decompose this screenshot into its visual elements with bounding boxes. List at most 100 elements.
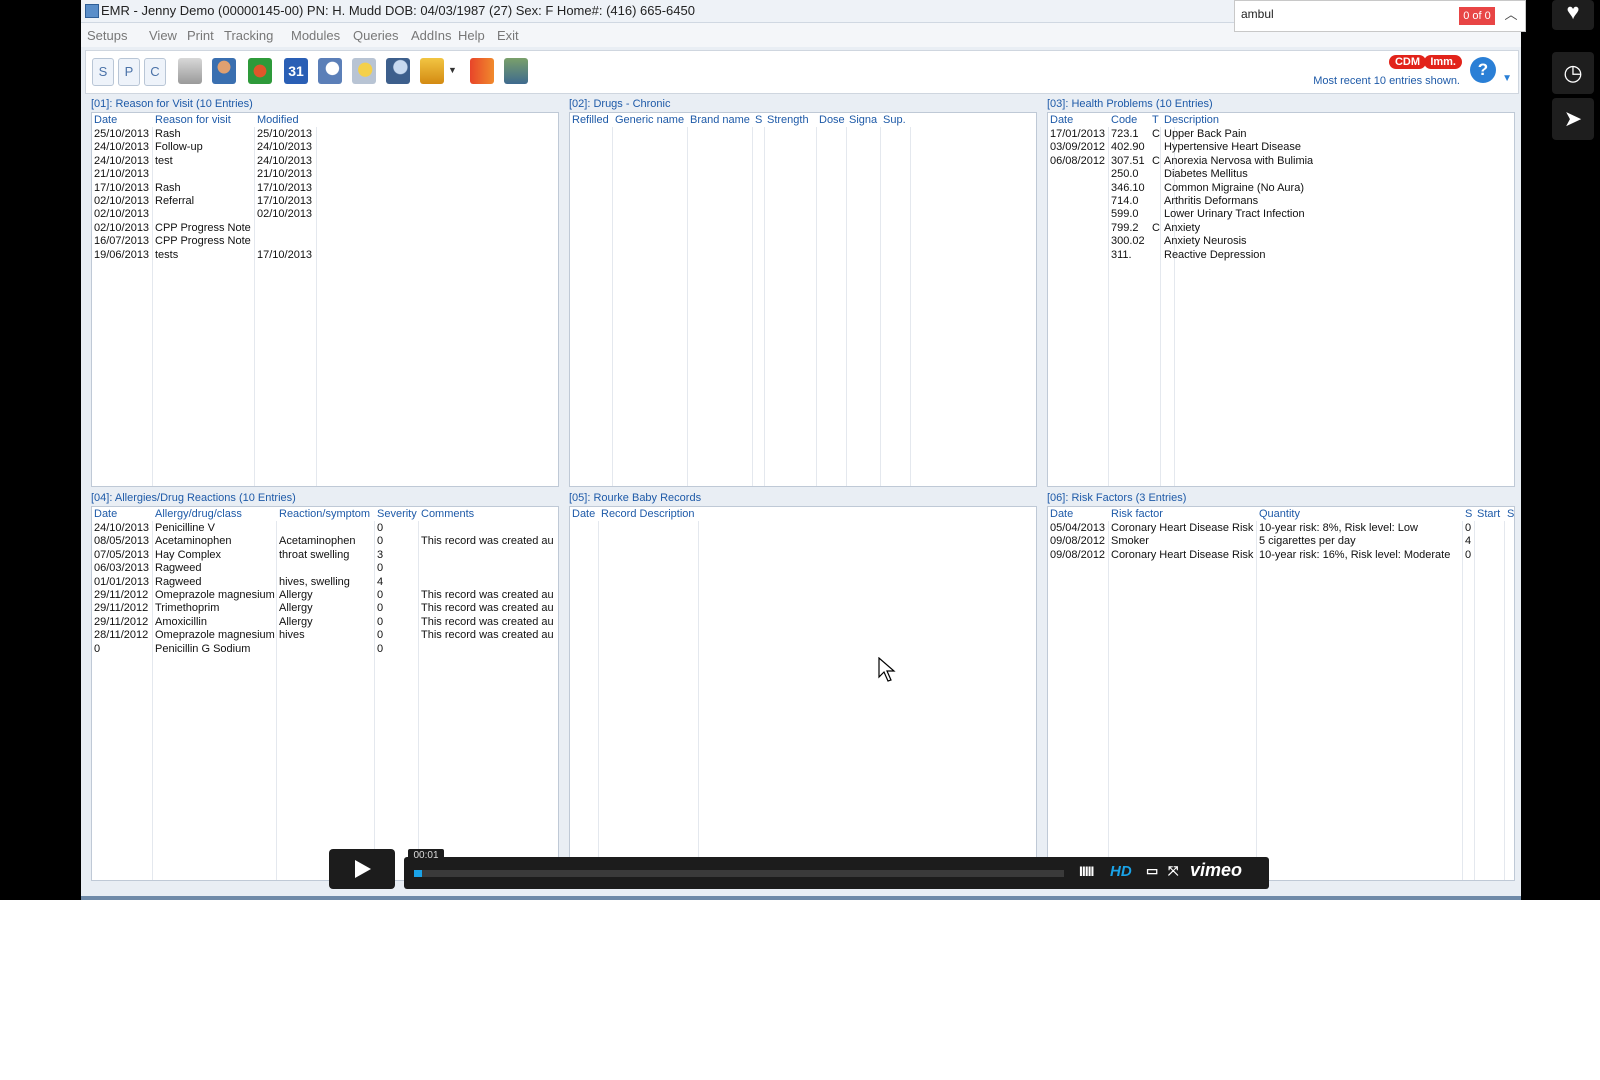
- table-row[interactable]: 346.10 Common Migraine (No Aura): [1048, 182, 1514, 196]
- table-row[interactable]: 0 Penicillin G Sodium 0: [92, 643, 558, 657]
- col-description[interactable]: Description: [1164, 114, 1219, 126]
- table-row[interactable]: 714.0 Arthritis Deformans: [1048, 195, 1514, 209]
- col-risk-factor[interactable]: Risk factor: [1111, 508, 1163, 520]
- col-reaction[interactable]: Reaction/symptom: [279, 508, 370, 520]
- find-input[interactable]: ambul: [1241, 7, 1461, 21]
- table-row[interactable]: 29/11/2012 Trimethoprim Allergy 0 This recor…: [92, 602, 558, 616]
- help-icon[interactable]: ?: [1470, 57, 1496, 83]
- table-row[interactable]: 02/10/2013 02/10/2013: [92, 208, 558, 222]
- checklist-icon[interactable]: [420, 58, 444, 84]
- col-reason[interactable]: Reason for visit: [155, 114, 231, 126]
- menu-print[interactable]: Print: [187, 28, 214, 43]
- shield-icon[interactable]: [470, 58, 494, 84]
- table-row[interactable]: 16/07/2013 CPP Progress Note: [92, 235, 558, 249]
- table-row[interactable]: 28/11/2012 Omeprazole magnesium hives 0 This…: [92, 629, 558, 643]
- chevron-down-icon[interactable]: ▼: [1502, 73, 1512, 84]
- drugs-chronic-table[interactable]: Refilled Generic name Brand name S Stren…: [569, 112, 1037, 487]
- table-row[interactable]: 21/10/2013 21/10/2013: [92, 168, 558, 182]
- col-date[interactable]: Date: [1050, 508, 1073, 520]
- search-document-icon[interactable]: [318, 58, 342, 84]
- vimeo-logo[interactable]: vimeo: [1190, 860, 1242, 881]
- col-date[interactable]: Date: [1050, 114, 1073, 126]
- menu-queries[interactable]: Queries: [353, 28, 399, 43]
- col-code[interactable]: Code: [1111, 114, 1137, 126]
- table-row[interactable]: 25/10/2013 Rash 25/10/2013: [92, 128, 558, 142]
- menu-setups[interactable]: Setups: [87, 28, 127, 43]
- menu-tracking[interactable]: Tracking: [224, 28, 273, 43]
- patient-icon[interactable]: [212, 58, 236, 84]
- progress-track[interactable]: [414, 870, 1064, 877]
- col-strength[interactable]: Strength: [767, 114, 809, 126]
- table-row[interactable]: 02/10/2013 Referral 17/10/2013: [92, 195, 558, 209]
- exit-icon[interactable]: [504, 58, 528, 84]
- col-quantity[interactable]: Quantity: [1259, 508, 1300, 520]
- heart-icon[interactable]: ♥: [1552, 0, 1594, 30]
- table-row[interactable]: 08/05/2013 Acetaminophen Acetaminophen 0 Thi…: [92, 535, 558, 549]
- find-prev-button[interactable]: ︿: [1500, 4, 1522, 26]
- hd-toggle[interactable]: HD: [1110, 863, 1132, 880]
- col-t[interactable]: T: [1152, 114, 1159, 126]
- risk-factors-table[interactable]: Date Risk factor Quantity S Start S 05/0…: [1047, 506, 1515, 881]
- table-row[interactable]: 09/08/2012 Coronary Heart Disease Risk 10-…: [1048, 549, 1514, 563]
- col-modified[interactable]: Modified: [257, 114, 299, 126]
- table-row[interactable]: 311. Reactive Depression: [1048, 249, 1514, 263]
- table-row[interactable]: 599.0 Lower Urinary Tract Infection: [1048, 208, 1514, 222]
- table-row[interactable]: 250.0 Diabetes Mellitus: [1048, 168, 1514, 182]
- col-start[interactable]: Start: [1477, 508, 1500, 520]
- play-button[interactable]: [329, 849, 395, 889]
- pip-icon[interactable]: ▭: [1146, 863, 1158, 879]
- col-date[interactable]: Date: [94, 508, 117, 520]
- col-generic-name[interactable]: Generic name: [615, 114, 684, 126]
- magnifier-icon[interactable]: [386, 58, 410, 84]
- col-s2[interactable]: S: [1507, 508, 1514, 520]
- allergies-table[interactable]: Date Allergy/drug/class Reaction/symptom…: [91, 506, 559, 881]
- imm-badge[interactable]: Imm.: [1424, 55, 1462, 69]
- col-brand-name[interactable]: Brand name: [690, 114, 750, 126]
- table-row[interactable]: 17/01/2013 723.1 C Upper Back Pain: [1048, 128, 1514, 142]
- fullscreen-icon[interactable]: ⤧: [1168, 863, 1178, 879]
- table-row[interactable]: 03/09/2012 402.90 Hypertensive Heart Disea…: [1048, 141, 1514, 155]
- documents-icon[interactable]: [178, 58, 202, 84]
- col-sup[interactable]: Sup.: [883, 114, 906, 126]
- reminder-icon[interactable]: [352, 58, 376, 84]
- table-row[interactable]: 05/04/2013 Coronary Heart Disease Risk 10-…: [1048, 522, 1514, 536]
- table-row[interactable]: 300.02 Anxiety Neurosis: [1048, 235, 1514, 249]
- table-row[interactable]: 17/10/2013 Rash 17/10/2013: [92, 182, 558, 196]
- col-record-description[interactable]: Record Description: [601, 508, 695, 520]
- p-button[interactable]: P: [118, 58, 140, 86]
- col-date[interactable]: Date: [94, 114, 117, 126]
- col-s[interactable]: S: [1465, 508, 1472, 520]
- col-dose[interactable]: Dose: [819, 114, 845, 126]
- col-signa[interactable]: Signa: [849, 114, 877, 126]
- table-row[interactable]: 29/11/2012 Amoxicillin Allergy 0 This record…: [92, 616, 558, 630]
- table-row[interactable]: 06/08/2012 307.51 C Anorexia Nervosa with B…: [1048, 155, 1514, 169]
- col-severity[interactable]: Severity: [377, 508, 417, 520]
- col-s[interactable]: S: [755, 114, 762, 126]
- table-row[interactable]: 09/08/2012 Smoker 5 cigarettes per day 4: [1048, 535, 1514, 549]
- menu-modules[interactable]: Modules: [291, 28, 340, 43]
- menu-view[interactable]: View: [149, 28, 177, 43]
- table-row[interactable]: 01/01/2013 Ragweed hives, swelling 4: [92, 576, 558, 590]
- col-comments[interactable]: Comments: [421, 508, 474, 520]
- table-row[interactable]: 24/10/2013 test 24/10/2013: [92, 155, 558, 169]
- table-row[interactable]: 799.2 C Anxiety: [1048, 222, 1514, 236]
- c-button[interactable]: C: [144, 58, 166, 86]
- col-refilled[interactable]: Refilled: [572, 114, 609, 126]
- col-date[interactable]: Date: [572, 508, 595, 520]
- group-icon[interactable]: [248, 58, 272, 84]
- table-row[interactable]: 02/10/2013 CPP Progress Note: [92, 222, 558, 236]
- reason-for-visit-table[interactable]: Date Reason for visit Modified 25/10/201…: [91, 112, 559, 487]
- clock-icon[interactable]: ◷: [1552, 52, 1594, 94]
- table-row[interactable]: 24/10/2013 Penicilline V 0: [92, 522, 558, 536]
- s-button[interactable]: S: [92, 58, 114, 86]
- cdm-badge[interactable]: CDM: [1388, 55, 1426, 69]
- send-icon[interactable]: ➤: [1552, 98, 1594, 140]
- table-row[interactable]: 07/05/2013 Hay Complex throat swelling 3: [92, 549, 558, 563]
- volume-icon[interactable]: IIIII: [1079, 863, 1094, 879]
- rourke-table[interactable]: Date Record Description: [569, 506, 1037, 881]
- menu-help[interactable]: Help: [458, 28, 485, 43]
- health-problems-table[interactable]: Date Code T Description 17/01/2013 723.1 C…: [1047, 112, 1515, 487]
- table-row[interactable]: 24/10/2013 Follow-up 24/10/2013: [92, 141, 558, 155]
- menu-addins[interactable]: AddIns: [411, 28, 451, 43]
- calendar-icon[interactable]: 31: [284, 58, 308, 84]
